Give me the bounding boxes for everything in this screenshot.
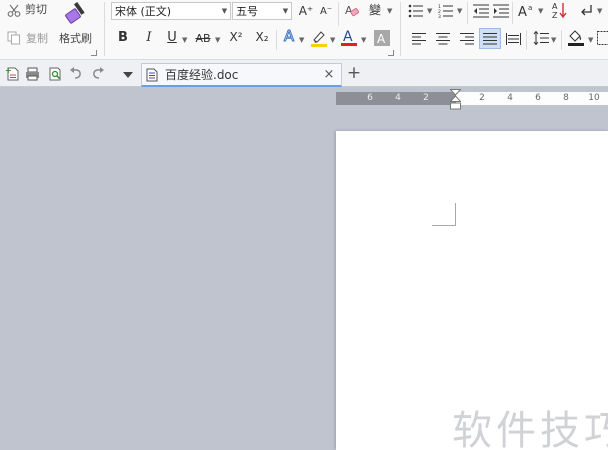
tab-document[interactable]: 百度经验.doc × — [141, 63, 342, 87]
font-dialog-launcher[interactable] — [388, 50, 394, 56]
char-shading-icon[interactable]: A — [374, 30, 390, 46]
ruler-number: 6 — [535, 93, 541, 103]
change-case-icon[interactable]: Aa — [517, 1, 535, 19]
svg-text:A: A — [343, 29, 353, 45]
distributed-align-icon[interactable] — [505, 31, 521, 46]
line-spacing-icon[interactable] — [532, 30, 549, 46]
font-size-value: 五号 — [236, 5, 258, 18]
svg-text:A: A — [345, 4, 353, 17]
quick-access-dropdown-icon[interactable] — [120, 67, 135, 82]
svg-text:3: 3 — [438, 14, 441, 18]
svg-text:A: A — [377, 32, 386, 46]
chevron-down-icon[interactable]: ▼ — [330, 37, 335, 44]
bold-button[interactable]: B — [116, 30, 130, 46]
align-center-icon[interactable] — [435, 31, 451, 46]
print-icon[interactable] — [25, 66, 40, 81]
svg-text:A: A — [552, 2, 558, 11]
subscript-button[interactable]: X₂ — [252, 29, 272, 45]
chevron-down-icon[interactable]: ▼ — [182, 37, 187, 44]
scissors-icon[interactable] — [6, 3, 22, 17]
strikethrough-button[interactable]: AB — [193, 31, 213, 47]
watermark-text: 软件技巧 — [452, 408, 608, 450]
italic-button[interactable]: I — [142, 30, 156, 46]
chevron-down-icon[interactable]: ▼ — [361, 37, 366, 44]
copy-icon[interactable] — [6, 31, 22, 45]
decrease-indent-icon[interactable] — [472, 2, 489, 19]
margin-corner-mark — [432, 203, 456, 226]
grow-font-button[interactable]: A⁺ — [297, 3, 315, 19]
group-divider — [526, 30, 527, 50]
sort-icon[interactable]: AZ — [551, 1, 568, 19]
align-left-icon[interactable] — [411, 31, 427, 46]
svg-text:A: A — [518, 5, 527, 19]
group-divider — [561, 30, 562, 50]
font-name-value: 宋体 (正文) — [115, 5, 172, 18]
ruler-number: 2 — [423, 93, 429, 103]
cut-button[interactable]: 剪切 — [25, 3, 47, 17]
close-icon[interactable]: × — [321, 67, 337, 82]
copy-button[interactable]: 复制 — [26, 32, 48, 46]
group-divider — [104, 2, 105, 56]
numbered-list-icon[interactable]: 123 — [437, 2, 454, 19]
chevron-down-icon[interactable]: ▼ — [427, 8, 432, 15]
svg-text:+: + — [5, 67, 12, 75]
increase-indent-icon[interactable] — [492, 2, 509, 19]
undo-icon[interactable] — [68, 66, 83, 81]
horizontal-ruler[interactable]: 6 4 2 2 4 6 8 10 — [336, 92, 608, 105]
format-painter-button[interactable]: 格式刷 — [59, 32, 92, 46]
shrink-font-button[interactable]: A⁻ — [318, 4, 334, 20]
shading-fill-icon[interactable] — [567, 28, 585, 47]
justify-icon[interactable] — [479, 28, 501, 49]
print-preview-icon[interactable] — [47, 66, 62, 81]
borders-icon[interactable] — [597, 30, 608, 46]
bullet-list-icon[interactable] — [407, 2, 424, 19]
clipboard-dialog-launcher[interactable] — [91, 50, 97, 56]
chevron-down-icon[interactable]: ▼ — [457, 8, 462, 15]
chevron-down-icon[interactable]: ▼ — [551, 37, 556, 44]
underline-button[interactable]: U — [165, 30, 179, 46]
ruler-left-margin: 6 4 2 — [336, 92, 456, 105]
phonetic-guide-button[interactable]: 變 — [367, 2, 383, 18]
chevron-down-icon[interactable]: ▼ — [215, 37, 220, 44]
tab-document-label: 百度经验.doc — [165, 68, 239, 82]
chevron-down-icon: ▼ — [282, 7, 289, 15]
chevron-down-icon: ▼ — [221, 7, 228, 15]
ribbon: 剪切 复制 格式刷 宋体 (正文) ▼ 五号 ▼ A⁺ A⁻ A 變 ▼ B I… — [0, 0, 608, 60]
text-effect-button[interactable]: A — [281, 28, 297, 45]
highlighter-icon[interactable] — [310, 29, 328, 47]
chevron-down-icon[interactable]: ▼ — [299, 37, 304, 44]
ruler-number: 10 — [588, 93, 600, 103]
font-name-select[interactable]: 宋体 (正文) ▼ — [111, 2, 231, 20]
format-painter-icon[interactable] — [63, 0, 89, 28]
redo-icon[interactable] — [90, 66, 105, 81]
group-divider — [338, 2, 339, 26]
group-divider — [512, 2, 513, 24]
chevron-down-icon[interactable]: ▼ — [538, 8, 543, 15]
superscript-button[interactable]: X² — [226, 29, 246, 45]
chevron-down-icon[interactable]: ▼ — [597, 8, 602, 15]
ruler-number: 6 — [367, 93, 373, 103]
new-document-icon[interactable]: + — [4, 66, 19, 81]
clear-format-icon[interactable]: A — [343, 2, 359, 19]
line-break-icon[interactable] — [578, 2, 594, 19]
font-size-select[interactable]: 五号 ▼ — [232, 2, 292, 20]
align-right-icon[interactable] — [459, 31, 475, 46]
svg-text:Z: Z — [552, 11, 558, 19]
svg-text:a: a — [528, 4, 532, 12]
document-tab-bar: + 百度经验.doc × — [0, 60, 608, 87]
ruler-number: 8 — [563, 93, 569, 103]
chevron-down-icon[interactable]: ▼ — [588, 37, 593, 44]
group-divider — [276, 30, 277, 50]
indent-marker[interactable] — [449, 89, 462, 111]
ruler-number: 2 — [479, 93, 485, 103]
group-divider — [400, 2, 401, 56]
ruler-number: 4 — [395, 93, 401, 103]
font-color-icon[interactable]: A — [340, 28, 358, 47]
new-tab-button[interactable]: + — [346, 63, 362, 83]
doc-file-icon — [146, 68, 159, 82]
chevron-down-icon[interactable]: ▼ — [387, 8, 392, 15]
group-divider — [467, 2, 468, 24]
ruler-number: 4 — [507, 93, 513, 103]
